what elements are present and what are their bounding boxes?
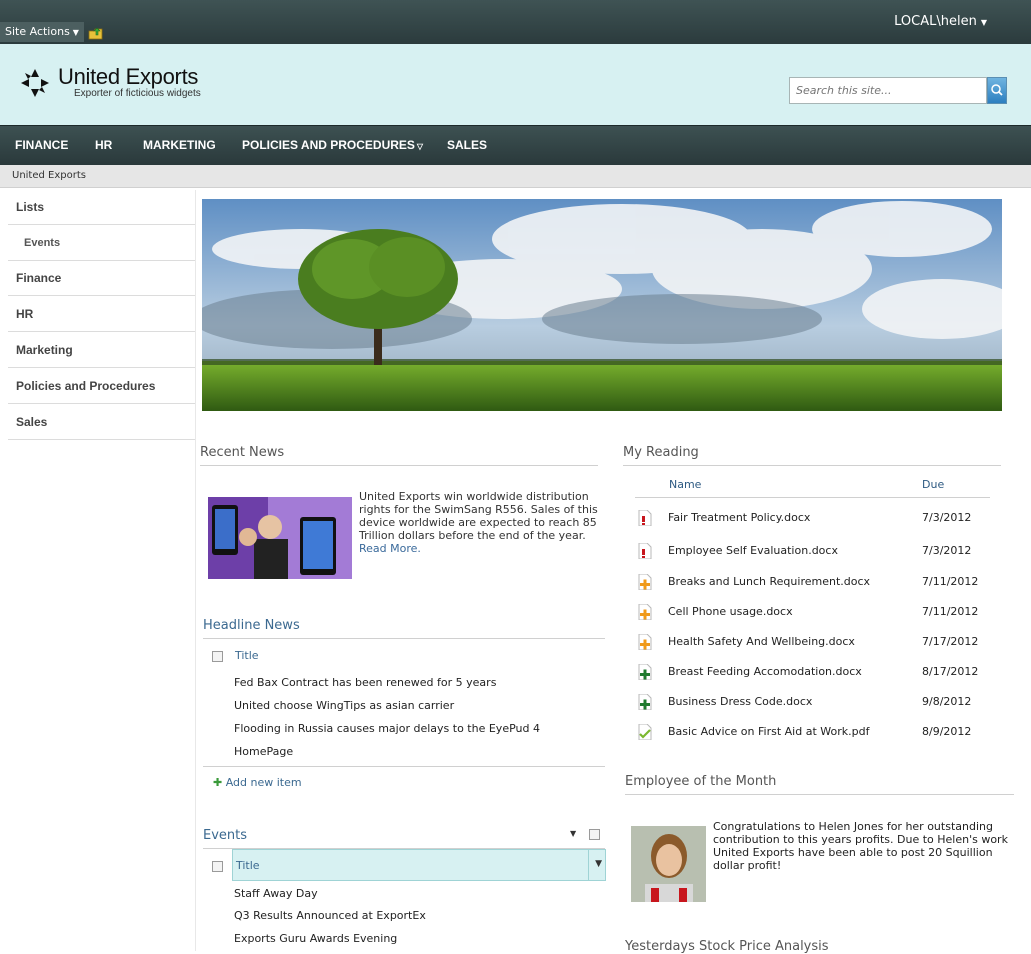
column-due[interactable]: Due xyxy=(922,478,944,491)
reading-item-due: 7/3/2012 xyxy=(922,511,972,524)
list-item[interactable]: Fed Bax Contract has been renewed for 5 … xyxy=(234,676,496,689)
leftnav-policies[interactable]: Policies and Procedures xyxy=(8,369,195,404)
leftnav-hr[interactable]: HR xyxy=(8,297,195,332)
headline-news-title[interactable]: Headline News xyxy=(203,618,300,633)
employee-photo xyxy=(631,826,706,902)
reading-item-name[interactable]: Breast Feeding Accomodation.docx xyxy=(668,665,862,678)
search-icon xyxy=(991,84,1003,96)
reading-item-due: 9/8/2012 xyxy=(922,695,972,708)
topnav-hr[interactable]: HR xyxy=(95,126,112,165)
employee-text: Congratulations to Helen Jones for her o… xyxy=(713,820,1008,872)
recent-news-title[interactable]: Recent News xyxy=(200,445,284,460)
leftnav-finance[interactable]: Finance xyxy=(8,261,195,296)
priority-medium-icon xyxy=(638,604,652,620)
list-item[interactable]: Flooding in Russia causes major delays t… xyxy=(234,722,540,735)
user-menu[interactable]: LOCAL\helen ▼ xyxy=(894,14,987,29)
priority-high-icon xyxy=(638,543,652,559)
priority-medium-icon xyxy=(638,574,652,590)
list-item[interactable]: HomePage xyxy=(234,745,293,758)
leftnav-events[interactable]: Events xyxy=(8,226,195,261)
reading-item-name[interactable]: Health Safety And Wellbeing.docx xyxy=(668,635,855,648)
webpart-select-checkbox[interactable] xyxy=(589,829,600,840)
read-more-link[interactable]: Read More. xyxy=(359,542,421,555)
divider xyxy=(625,794,1014,795)
reading-item-name[interactable]: Cell Phone usage.docx xyxy=(668,605,793,618)
stock-analysis-title[interactable]: Yesterdays Stock Price Analysis xyxy=(625,939,829,954)
search-input[interactable] xyxy=(789,77,987,104)
add-icon: ✚ xyxy=(213,776,223,789)
site-subtitle: Exporter of ficticious widgets xyxy=(74,88,201,99)
chevron-down-icon[interactable]: ▼ xyxy=(570,829,576,838)
add-new-item-link[interactable]: ✚ Add new item xyxy=(213,776,302,789)
priority-medium-icon xyxy=(638,634,652,650)
news-photo xyxy=(208,497,352,579)
leftnav-sales[interactable]: Sales xyxy=(8,405,195,440)
list-item[interactable]: Staff Away Day xyxy=(234,887,318,900)
topnav-marketing[interactable]: MARKETING xyxy=(143,126,216,165)
headline-title-column[interactable]: Title xyxy=(235,649,259,662)
reading-item-name[interactable]: Basic Advice on First Aid at Work.pdf xyxy=(668,725,869,738)
site-actions-menu[interactable]: Site Actions ▼ xyxy=(0,22,84,42)
completed-check-icon xyxy=(638,724,652,740)
events-title[interactable]: Events xyxy=(203,828,247,843)
quick-launch: Lists Events Finance HR Marketing Polici… xyxy=(8,190,196,951)
divider xyxy=(200,465,598,466)
reading-item-due: 7/17/2012 xyxy=(922,635,979,648)
events-title-column[interactable]: Title ▼ xyxy=(232,849,606,881)
logo-icon[interactable] xyxy=(18,66,52,100)
reading-item-name[interactable]: Employee Self Evaluation.docx xyxy=(668,544,838,557)
my-reading-title[interactable]: My Reading xyxy=(623,445,699,460)
divider xyxy=(623,465,1001,466)
recent-news-text: United Exports win worldwide distributio… xyxy=(359,490,601,555)
list-item[interactable]: Exports Guru Awards Evening xyxy=(234,932,397,945)
employee-title[interactable]: Employee of the Month xyxy=(625,774,776,789)
reading-item-due: 7/11/2012 xyxy=(922,575,979,588)
events-column-label: Title xyxy=(236,859,260,872)
list-item[interactable]: Q3 Results Announced at ExportEx xyxy=(234,909,426,922)
ribbon-bar: Site Actions ▼ LOCAL\helen ▼ xyxy=(0,0,1031,44)
reading-item-due: 8/9/2012 xyxy=(922,725,972,738)
reading-item-due: 7/11/2012 xyxy=(922,605,979,618)
list-item[interactable]: United choose WingTips as asian carrier xyxy=(234,699,454,712)
chevron-down-icon[interactable]: ▼ xyxy=(595,859,602,869)
divider xyxy=(203,766,605,767)
site-actions-label: Site Actions xyxy=(5,25,70,38)
reading-item-name[interactable]: Fair Treatment Policy.docx xyxy=(668,511,810,524)
reading-item-due: 7/3/2012 xyxy=(922,544,972,557)
chevron-down-icon: ▼ xyxy=(72,28,79,37)
leftnav-marketing[interactable]: Marketing xyxy=(8,333,195,368)
column-name[interactable]: Name xyxy=(669,478,701,491)
topnav-policies[interactable]: POLICIES AND PROCEDURES ▽ xyxy=(242,126,423,165)
select-all-checkbox[interactable] xyxy=(212,861,223,872)
user-name: LOCAL\helen xyxy=(894,14,977,29)
divider xyxy=(203,638,605,639)
topnav-sales[interactable]: SALES xyxy=(447,126,487,165)
reading-item-name[interactable]: Business Dress Code.docx xyxy=(668,695,812,708)
add-new-label: Add new item xyxy=(225,776,302,789)
divider xyxy=(588,850,589,880)
priority-low-icon xyxy=(638,664,652,680)
search-box xyxy=(789,77,1007,104)
site-header: United Exports Exporter of ficticious wi… xyxy=(0,44,1031,125)
breadcrumb-item[interactable]: United Exports xyxy=(12,170,86,181)
leftnav-lists[interactable]: Lists xyxy=(8,190,195,225)
navigate-up-icon[interactable] xyxy=(88,26,104,40)
chevron-down-icon: ▼ xyxy=(980,18,987,27)
site-title[interactable]: United Exports xyxy=(58,64,198,90)
priority-high-icon xyxy=(638,510,652,526)
topnav-finance[interactable]: FINANCE xyxy=(15,126,68,165)
recent-news-body: United Exports win worldwide distributio… xyxy=(359,490,598,542)
reading-item-due: 8/17/2012 xyxy=(922,665,979,678)
reading-item-name[interactable]: Breaks and Lunch Requirement.docx xyxy=(668,575,870,588)
hero-landscape-image xyxy=(202,199,1002,411)
breadcrumb: United Exports xyxy=(0,165,1031,188)
priority-low-icon xyxy=(638,694,652,710)
top-navigation: FINANCE HR MARKETING POLICIES AND PROCED… xyxy=(0,125,1031,165)
chevron-down-icon: ▽ xyxy=(416,142,424,151)
search-button[interactable] xyxy=(987,77,1007,104)
topnav-policies-label: POLICIES AND PROCEDURES xyxy=(242,138,415,152)
select-all-checkbox[interactable] xyxy=(212,651,223,662)
divider xyxy=(635,497,990,498)
